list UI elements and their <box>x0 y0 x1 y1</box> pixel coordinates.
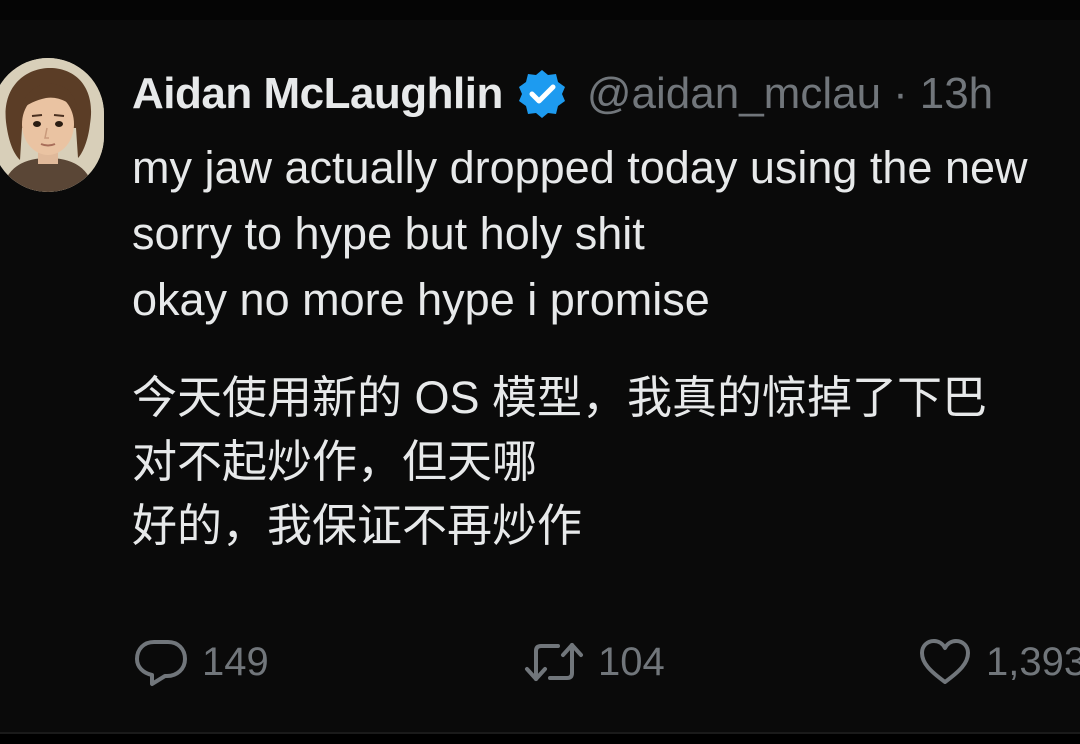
author-name[interactable]: Aidan McLaughlin <box>132 66 503 122</box>
like-count: 1,393 <box>986 639 1080 684</box>
top-bar <box>0 0 1080 20</box>
retweet-icon <box>524 639 584 685</box>
tweet-translation-line: 今天使用新的 OS 模型，我真的惊掉了下巴 <box>132 372 988 423</box>
retweet-button[interactable]: 104 <box>524 634 665 690</box>
verified-badge-icon <box>515 67 569 121</box>
retweet-count: 104 <box>598 639 665 684</box>
tweet-text-line: okay no more hype i promise <box>132 274 710 325</box>
tweet-header: Aidan McLaughlin @aidan_mclau · 13h <box>132 66 993 122</box>
like-button[interactable]: 1,393 <box>918 634 1080 690</box>
separator-dot: · <box>893 69 908 118</box>
tweet-actions: 149 104 1,393 <box>0 634 1080 690</box>
author-handle[interactable]: @aidan_mclau <box>587 66 881 122</box>
like-icon <box>918 638 972 686</box>
bottom-divider <box>0 732 1080 744</box>
reply-count: 149 <box>202 639 269 684</box>
tweet-text-line: sorry to hype but holy shit <box>132 208 645 259</box>
reply-button[interactable]: 149 <box>134 634 269 690</box>
tweet-translation-line: 好的，我保证不再炒作 <box>132 500 583 551</box>
avatar[interactable] <box>0 58 104 192</box>
tweet-text-line: my jaw actually dropped today using the … <box>132 142 1028 193</box>
tweet-timestamp[interactable]: 13h <box>920 66 993 122</box>
reply-icon <box>134 637 188 687</box>
tweet-translation-line: 对不起炒作，但天哪 <box>132 436 538 487</box>
